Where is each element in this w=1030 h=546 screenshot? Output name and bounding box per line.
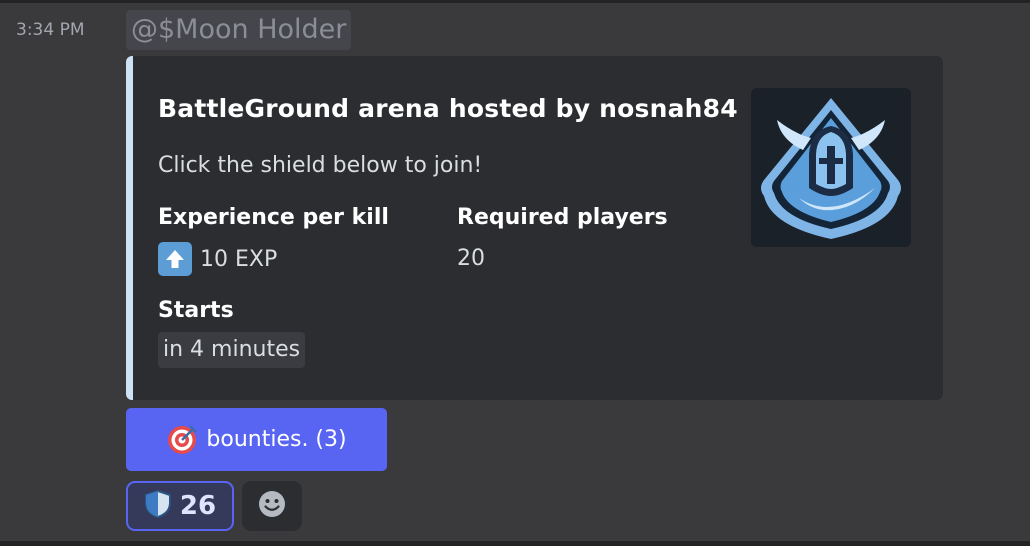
field-name-required-players: Required players [457, 205, 668, 230]
embed-card: BattleGround arena hosted by nosnah84 Cl… [126, 56, 943, 400]
relative-timestamp: in 4 minutes [158, 332, 306, 368]
embed-thumbnail[interactable] [751, 88, 911, 247]
embed-description: Click the shield below to join! [158, 153, 483, 178]
up-arrow-icon [158, 242, 192, 276]
bounties-button-label: bounties. (3) [206, 427, 347, 452]
role-mention[interactable]: @$Moon Holder [126, 10, 352, 50]
add-reaction-button[interactable] [242, 481, 302, 531]
spartan-helmet-logo [761, 98, 901, 239]
field-name-experience: Experience per kill [158, 205, 389, 230]
target-icon [166, 424, 198, 456]
embed-accent-bar [126, 56, 133, 400]
reaction-count: 26 [179, 491, 217, 521]
bottom-divider [0, 541, 1030, 546]
message-timestamp: 3:34 PM [16, 20, 85, 40]
shield-reaction[interactable]: 26 [126, 481, 234, 531]
field-value-required-players: 20 [457, 246, 485, 271]
bounties-button[interactable]: bounties. (3) [126, 408, 387, 471]
experience-value: 10 EXP [200, 246, 278, 272]
top-divider [0, 0, 1030, 3]
shield-icon [144, 489, 172, 523]
field-value-experience: 10 EXP [158, 242, 277, 276]
smiley-icon [257, 489, 287, 523]
field-value-starts: in 4 minutes [158, 332, 306, 368]
field-name-starts: Starts [158, 298, 234, 323]
embed-title: BattleGround arena hosted by nosnah84 [158, 94, 738, 123]
